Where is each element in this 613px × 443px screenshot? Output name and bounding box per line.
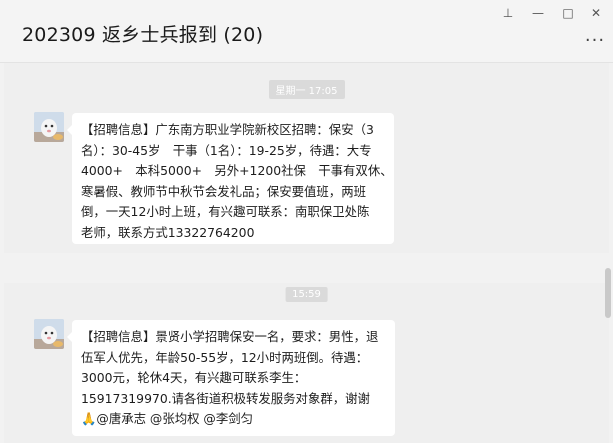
message-line: 老师，联系方式13322764200	[81, 224, 255, 240]
close-icon[interactable]: ✕	[589, 6, 603, 20]
avatar[interactable]	[34, 319, 64, 349]
chat-title: 202309 返乡士兵报到 (20)	[22, 24, 264, 46]
message-list[interactable]: 星期一 17:05 【招聘信息】广东南方职业学院新校区招聘：保安（3 名）：30…	[0, 63, 613, 443]
message-line: 【招聘信息】广东南方职业学院新校区招聘：保安（3	[81, 122, 374, 137]
avatar[interactable]	[34, 112, 64, 142]
title-bar: 202309 返乡士兵报到 (20) ⊥ — □ ✕ ···	[0, 0, 613, 63]
more-options-icon[interactable]: ···	[585, 30, 605, 51]
message-bubble[interactable]: 【招聘信息】广东南方职业学院新校区招聘：保安（3 名）：30-45岁 干事（1名…	[67, 113, 394, 244]
message-line: 伍军人优先，年龄50-55岁，12小时两班倒。待遇：	[81, 349, 369, 365]
message-line: 15917319970.请各街道积极转发服务对象群，谢谢	[81, 390, 370, 406]
message-bubble[interactable]: 【招聘信息】景贤小学招聘保安一名，要求：男性，退 伍军人优先，年龄50-55岁，…	[67, 320, 395, 436]
message-line: 【招聘信息】景贤小学招聘保安一名，要求：男性，退	[81, 329, 379, 344]
message-line: 倒，一天12小时上班，有兴趣可联系：南职保卫处陈	[81, 204, 370, 220]
maximize-icon[interactable]: □	[561, 6, 575, 20]
message-line: 3000元，轮休4天，有兴趣可联系李生：	[81, 370, 307, 386]
message-group: 星期一 17:05 【招聘信息】广东南方职业学院新校区招聘：保安（3 名）：30…	[4, 63, 609, 253]
message-line: 4000+ 本科5000+ 另外+1200社保 干事有双休、	[81, 163, 393, 179]
message-line: 名）：30-45岁 干事（1名）：19-25岁，待遇：大专	[81, 142, 372, 158]
message-group: 15:59 【招聘信息】景贤小学招聘保安一名，要求：男性，退 伍军人优先，年龄5…	[4, 283, 609, 443]
message-line: 🙏@唐承志 @张均权 @李剑匀	[81, 411, 253, 427]
pin-icon[interactable]: ⊥	[501, 6, 515, 20]
message-timestamp: 15:59	[285, 287, 328, 302]
message-timestamp: 星期一 17:05	[268, 80, 345, 99]
message-line: 寒暑假、教师节中秋节会发礼品；保安要值班，两班	[81, 183, 366, 199]
scrollbar-thumb[interactable]	[605, 268, 611, 318]
minimize-icon[interactable]: —	[531, 6, 545, 20]
